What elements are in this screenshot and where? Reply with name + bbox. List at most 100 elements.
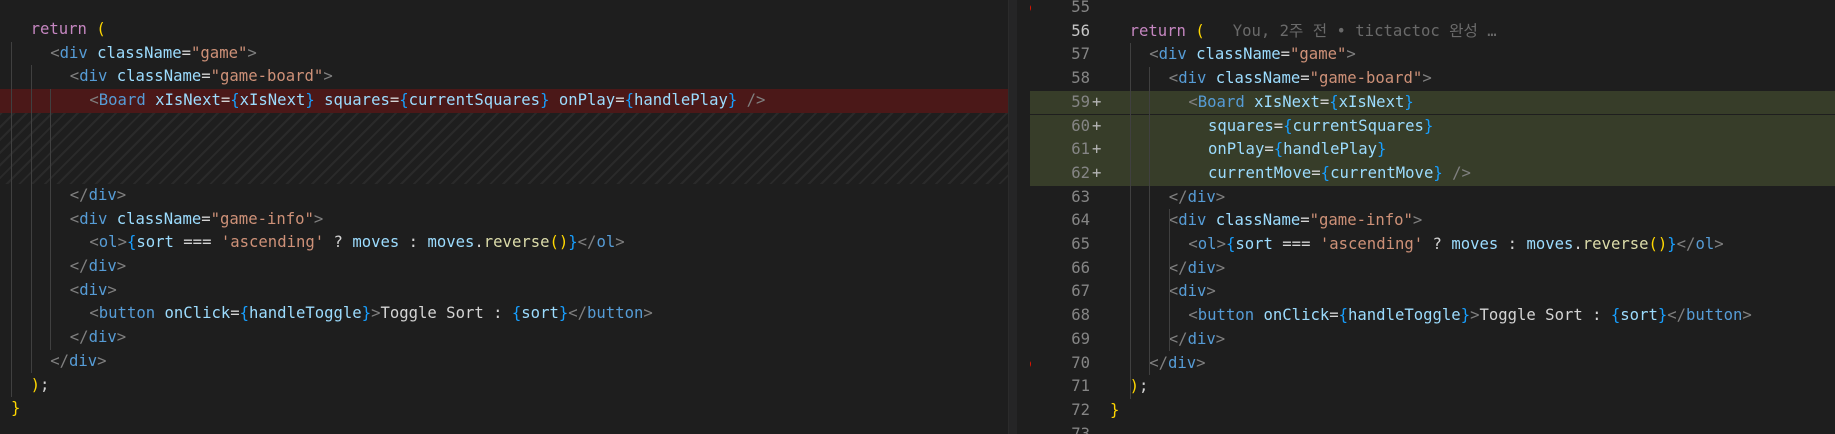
code-line[interactable]: 55 [1030,0,1835,20]
code-token: div [59,43,88,62]
code-token: moves [427,233,475,252]
indent-guide [1129,43,1131,399]
code-token: moves [1526,235,1574,253]
code-token: : [1498,235,1527,253]
code-token: </ [69,257,89,275]
code-token: "game" [191,43,248,62]
code-token: = [201,209,211,228]
code-line[interactable]: 60 + squares={currentSquares} [1030,114,1835,139]
code-token: ) [30,375,40,394]
code-line[interactable]: 68 <button onClick={handleToggle}>Toggle … [1030,304,1835,328]
code-token: xIsNext [1338,92,1405,111]
added-line-marker: + [1092,116,1102,135]
code-token: > [116,257,127,275]
code-token: > [1714,235,1724,253]
line-number: 62 [1071,163,1090,182]
code-line[interactable]: 67 <div> [1030,280,1835,304]
indent-guide [50,89,52,350]
code-token: < [89,91,99,110]
code-token: } [361,304,372,323]
code-token: . [1573,235,1583,253]
code-token: 'ascending' [1319,235,1424,253]
code-token: "game-board" [210,67,324,86]
added-line-marker: + [1092,140,1102,159]
code-line[interactable]: <Board xIsNext={xIsNext} squares={curren… [0,89,1008,113]
code-line[interactable]: 71); [1030,375,1835,399]
code-line[interactable]: ); [0,374,1008,398]
code-line[interactable]: <ol>{sort === 'ascending' ? moves : move… [0,231,1008,255]
code-line[interactable]: <div className="game-board"> [0,65,1008,89]
code-line[interactable]: } [0,397,1008,421]
code-token: = [615,91,625,110]
code-line[interactable]: 56 return (You, 2주 전 • tictactoc 완성 … [1030,20,1835,44]
code-line[interactable]: 57 <div className="game"> [1030,43,1835,67]
code-token: currentSquares [1292,116,1424,135]
code-token: className [1215,211,1301,230]
code-token: div [1178,69,1207,88]
code-token: "game-info" [210,209,314,228]
code-token: () [1648,235,1668,253]
code-token: > [116,328,127,347]
code-token: = [1264,140,1274,159]
code-token: > [1742,306,1752,325]
code-token: } [1377,140,1387,159]
code-token: > [1412,211,1423,230]
code-token: xIsNext [155,91,221,110]
code-line[interactable]: </div> [0,255,1008,279]
code-token: < [1188,92,1198,111]
code-line[interactable]: <div> [0,279,1008,303]
code-token: { [1320,163,1331,182]
code-line[interactable]: 66 </div> [1030,257,1835,281]
code-token: = [1280,45,1291,64]
code-line[interactable]: <div className="game-info"> [0,208,1008,232]
code-token: > [1206,282,1216,301]
code-line[interactable]: 63 </div> [1030,186,1835,210]
code-line[interactable]: return ( [0,18,1008,42]
code-token: className [116,209,202,228]
code-line[interactable]: </div> [0,184,1008,208]
diff-divider[interactable] [1008,0,1032,434]
code-line[interactable]: 65 <ol>{sort === 'ascending' ? moves : mo… [1030,233,1835,257]
code-line[interactable]: 64 <div className="game-info"> [1030,209,1835,233]
code-token: > [107,280,117,299]
code-token: < [69,209,80,228]
code-line[interactable]: 61 + onPlay={handlePlay} [1030,138,1835,162]
code-line[interactable]: </div> [0,326,1008,350]
code-token: > [1196,353,1206,372]
code-line[interactable]: 58 <div className="game-board"> [1030,67,1835,91]
diff-editor: return (<div className="game"> <div class… [0,0,1835,434]
code-line[interactable]: 73 [1030,423,1835,434]
code-token: </ [69,185,89,204]
code-token: > [1215,258,1226,277]
code-line[interactable]: 62 + currentMove={currentMove} /> [1030,161,1835,186]
code-token: = [1319,92,1330,111]
code-line[interactable]: <div className="game"> [0,42,1008,66]
code-token: = [230,304,240,323]
code-token: squares [1208,116,1274,135]
code-token: = [1300,69,1310,88]
code-token: 'ascending' [220,233,325,252]
code-token: } [1423,116,1434,135]
code-token: "game" [1290,45,1347,64]
code-line[interactable]: <button onClick={handleToggle}>Toggle So… [0,302,1008,326]
code-token: ol [1197,235,1217,253]
original-pane[interactable]: return (<div className="game"> <div class… [0,0,1008,434]
code-line[interactable]: 59+→<Board xIsNext={xIsNext} [1030,90,1835,115]
line-number: 55 [1071,0,1090,16]
added-line-marker: + [1092,92,1102,111]
code-token: { [126,233,137,252]
code-line[interactable]: 69 </div> [1030,328,1835,352]
code-token: > [1215,187,1226,206]
code-line[interactable]: </div> [0,350,1008,374]
code-token: : [399,233,428,252]
code-line[interactable]: 72} [1030,399,1835,423]
code-line[interactable]: 70 </div> [1030,352,1835,376]
modified-pane[interactable]: 55 56 return (You, 2주 전 • tictactoc 완성 … 57… [1030,0,1835,434]
code-token: { [1283,116,1293,135]
code-token: </ [1149,353,1168,372]
